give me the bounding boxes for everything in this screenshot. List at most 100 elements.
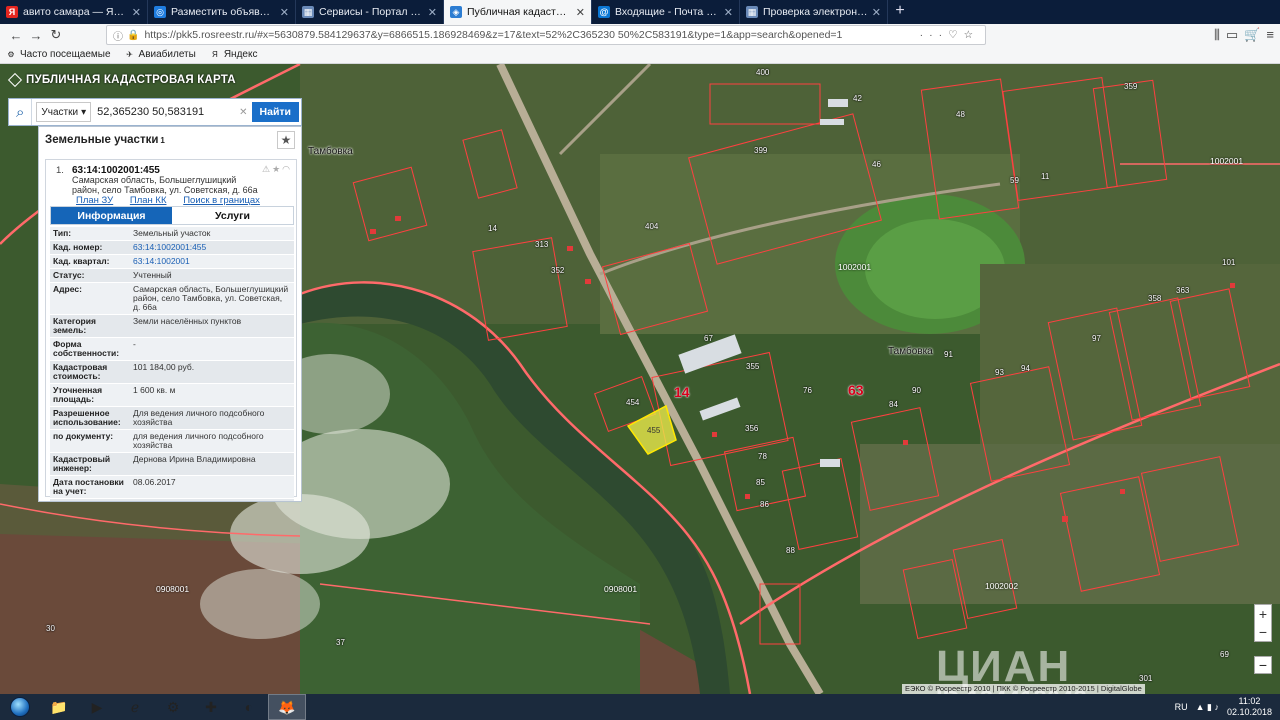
parcel-label[interactable]: 46 [872,160,881,169]
parcel-label[interactable]: 359 [1124,82,1137,91]
parcel-label[interactable]: 86 [760,500,769,509]
close-tab-icon[interactable]: ✕ [576,6,585,19]
parcel-label[interactable]: 91 [944,350,953,359]
bookmark-item[interactable]: ✈ Авиабилеты [125,49,196,60]
parcel-label[interactable]: 59 [1010,176,1019,185]
tab-favicon-icon: ◈ [450,6,462,18]
parcel-label[interactable]: 76 [803,386,812,395]
map-zoom-out-button[interactable]: − [1254,656,1272,674]
parcel-label[interactable]: 14 [488,224,497,233]
back-arrow-icon[interactable]: ← [6,25,26,45]
start-button[interactable] [0,694,40,720]
parcel-label[interactable]: 84 [889,400,898,409]
cart-icon[interactable]: 🛒 [1244,27,1260,43]
favorite-star-icon[interactable]: ★ [277,131,295,149]
card-tools-icon[interactable]: ⚠★◠ [262,164,292,175]
parcel-label[interactable]: 399 [754,146,767,155]
close-tab-icon[interactable]: ✕ [428,6,437,19]
search-input[interactable] [97,102,240,122]
property-value[interactable]: 63:14:1002001:455 [130,241,294,254]
bookmark-label: Авиабилеты [138,49,196,60]
parcel-label[interactable]: 404 [645,222,658,231]
property-value[interactable]: 63:14:1002001 [130,255,294,268]
parcel-label[interactable]: 93 [995,368,1004,377]
tab-information[interactable]: Информация [51,207,172,224]
property-value: 1 600 кв. м [133,385,176,395]
property-value: Для ведения личного подсобного хозяйства [133,408,265,427]
firefox-icon[interactable]: 🦊 [268,694,306,720]
parcel-label[interactable]: 30 [46,624,55,633]
property-key: Разрешенное использование: [53,408,121,427]
parcel-label[interactable]: 69 [1220,650,1229,659]
url-text[interactable]: https://pkk5.rosreestr.ru/#x=5630879.584… [144,29,913,41]
browser-tab[interactable]: Яавито самара — Яндекс: нашл ✕ [0,0,148,24]
chevron-down-icon: ▾ [81,106,87,118]
parcel-label[interactable]: 358 [1148,294,1161,303]
property-row: Тип: Земельный участок [50,227,294,241]
explorer-icon[interactable]: 📁 [40,694,78,720]
parcel-label[interactable]: 85 [756,478,765,487]
search-icon[interactable]: ⌕ [9,99,33,125]
close-tab-icon[interactable]: ✕ [132,6,141,19]
property-key: Кадастровая стоимость: [53,362,108,381]
parcel-label[interactable]: 94 [1021,364,1030,373]
forward-arrow-icon[interactable]: → [26,25,46,45]
parcel-label[interactable]: 356 [745,424,758,433]
zoom-in-button[interactable]: + [1255,605,1271,623]
parcel-label[interactable]: 11 [1041,172,1049,181]
parcel-label[interactable]: 313 [535,240,548,249]
new-tab-button[interactable]: + [888,0,912,24]
parcel-label[interactable]: 454 [626,398,639,407]
search-category-select[interactable]: Участки ▾ [36,102,92,122]
close-tab-icon[interactable]: ✕ [280,6,289,19]
parcel-label[interactable]: 90 [912,386,921,395]
language-indicator[interactable]: RU [1175,702,1188,712]
parcel-label[interactable]: 37 [336,638,345,647]
search-button[interactable]: Найти [251,102,299,122]
app-icon[interactable]: ◐ [230,694,268,720]
media-player-icon[interactable]: ▶ [78,694,116,720]
parcel-label[interactable]: 88 [786,546,795,555]
clear-icon[interactable]: ✕ [239,107,247,118]
parcel-label[interactable]: 101 [1222,258,1235,267]
browser-tab[interactable]: ◎ Разместить объявление о про ✕ [148,0,296,24]
ie-icon[interactable]: ℯ [116,694,154,720]
browser-tab[interactable]: ◈ Публичная кадастровая карта ✕ [444,0,592,24]
property-key: Статус: [53,270,85,280]
app-icon[interactable]: ✚ [192,694,230,720]
clock[interactable]: 11:02 02.10.2018 [1227,696,1272,718]
tab-favicon-icon: ▦ [302,6,314,18]
library-icon[interactable]: ⫼ [1214,27,1220,43]
bookmark-item[interactable]: ⚙ Часто посещаемые [6,49,110,60]
parcel-label[interactable]: 97 [1092,334,1101,343]
selected-parcel-label[interactable]: 455 [647,426,660,435]
page-actions-icon[interactable]: ···♡☆ [920,29,979,41]
browser-tab[interactable]: @ Входящие - Почта Mail.Ru ✕ [592,0,740,24]
info-icon[interactable]: ⓘ [113,28,123,43]
parcel-label[interactable]: 67 [704,334,713,343]
bookmark-item[interactable]: Я Яндекс [210,49,258,60]
parcel-label[interactable]: 352 [551,266,564,275]
tab-services[interactable]: Услуги [172,207,293,224]
browser-tab[interactable]: ▦ Проверка электронного доку ✕ [740,0,888,24]
app-icon[interactable]: ⚙ [154,694,192,720]
tab-title: авито самара — Яндекс: нашл [23,6,128,18]
property-row: Кадастровая стоимость: 101 184,00 руб. [50,361,294,384]
parcel-label[interactable]: 355 [746,362,759,371]
property-value: 08.06.2017 [133,477,176,487]
close-tab-icon[interactable]: ✕ [724,6,733,19]
parcel-label[interactable]: 48 [956,110,965,119]
parcel-label[interactable]: 78 [758,452,767,461]
zoom-out-button[interactable]: − [1255,623,1271,641]
parcel-label[interactable]: 42 [853,94,862,103]
parcel-label[interactable]: 363 [1176,286,1189,295]
url-bar[interactable]: ⓘ 🔒 https://pkk5.rosreestr.ru/#x=5630879… [106,25,986,45]
browser-tab[interactable]: ▦ Сервисы - Портал услуг Феде ✕ [296,0,444,24]
parcel-label[interactable]: 400 [756,68,769,77]
menu-icon[interactable]: ≡ [1266,27,1274,43]
sidebar-icon[interactable]: ▭ [1226,27,1238,43]
tray-icons[interactable]: ▲ ▮ ♪ [1196,702,1219,713]
close-tab-icon[interactable]: ✕ [872,6,881,19]
reload-icon[interactable]: ↻ [46,25,66,45]
parcel-label[interactable]: 301 [1139,674,1152,683]
